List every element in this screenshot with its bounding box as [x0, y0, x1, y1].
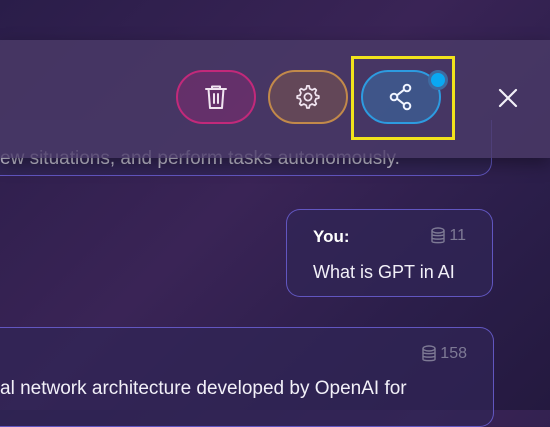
user-message-text: What is GPT in AI: [313, 262, 455, 282]
user-token-value: 11: [449, 227, 466, 244]
ai-message: 158: [0, 327, 494, 427]
delete-button[interactable]: [176, 70, 256, 124]
ai-token-count: 158: [421, 345, 467, 363]
chat-area: ew situations, and perform tasks autonom…: [0, 0, 550, 427]
user-token-count: 11: [430, 227, 466, 245]
notification-badge: [428, 70, 448, 90]
user-message: You: 11 What is GPT in AI: [286, 209, 493, 297]
settings-button[interactable]: [268, 70, 348, 124]
database-icon: [431, 227, 446, 244]
share-highlight-box: [351, 56, 455, 140]
ai-token-value: 158: [440, 345, 467, 362]
trash-icon: [205, 85, 227, 109]
database-icon: [422, 345, 436, 362]
close-icon: [498, 88, 518, 108]
gear-icon: [296, 84, 320, 109]
ai-message-text: al network architecture developed by Ope…: [0, 378, 407, 399]
user-name: You:: [313, 227, 350, 246]
message-toolbar: [0, 40, 550, 158]
close-button[interactable]: [494, 84, 522, 112]
